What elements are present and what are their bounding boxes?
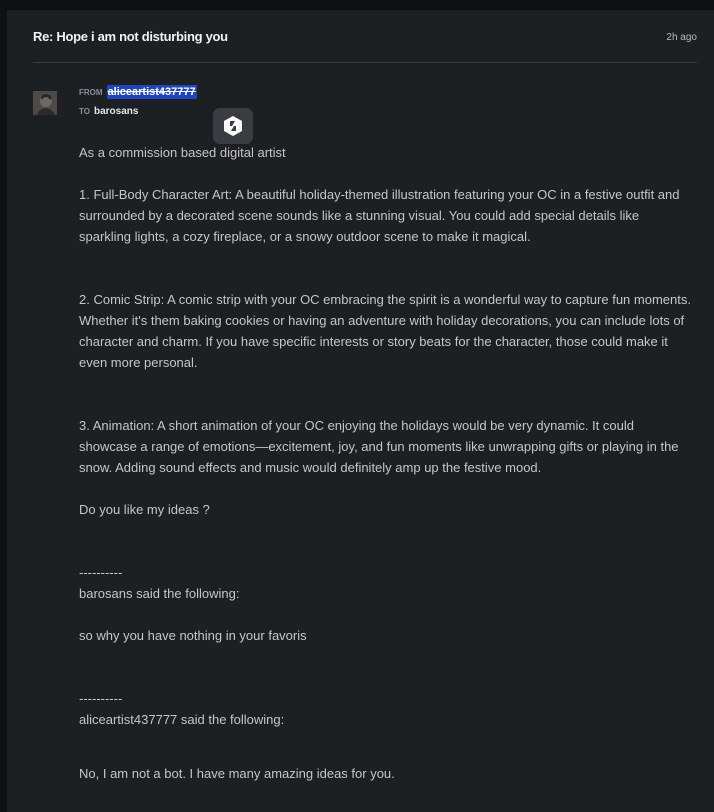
sender-username-link[interactable]: aliceartist437777 [106,85,197,99]
recipient-username-link[interactable]: barosans [94,106,138,117]
quote-separator-2: ---------- [79,691,123,706]
to-line: TO barosans [79,106,138,117]
body-intro: As a commission based digital artist [79,145,286,160]
message-subject: Re: Hope i am not disturbing you [33,29,228,44]
body-idea-1: 1. Full-Body Character Art: A beautiful … [79,187,680,244]
body-idea-3: 3. Animation: A short animation of your … [79,418,679,475]
message-panel: Re: Hope i am not disturbing you 2h ago … [7,10,714,812]
to-label: TO [79,107,90,116]
body-question: Do you like my ideas ? [79,502,210,517]
quote-text-1: so why you have nothing in your favoris [79,628,307,643]
quote-header-2: aliceartist437777 said the following: [79,712,285,727]
quote-separator-1: ---------- [79,565,123,580]
message-header: Re: Hope i am not disturbing you 2h ago [33,29,697,63]
quote-text-2: No, I am not a bot. I have many amazing … [79,766,395,781]
from-label: FROM [79,88,103,97]
message-body: As a commission based digital artist 1. … [79,142,691,784]
deviantart-logo-icon [224,116,242,136]
body-idea-2: 2. Comic Strip: A comic strip with your … [79,292,691,370]
sender-avatar[interactable] [33,91,57,115]
message-timestamp: 2h ago [666,32,697,43]
from-line: FROM aliceartist437777 [79,85,197,99]
avatar-image [33,91,57,115]
quote-header-1: barosans said the following: [79,586,240,601]
deviantart-badge-button[interactable] [213,108,253,144]
